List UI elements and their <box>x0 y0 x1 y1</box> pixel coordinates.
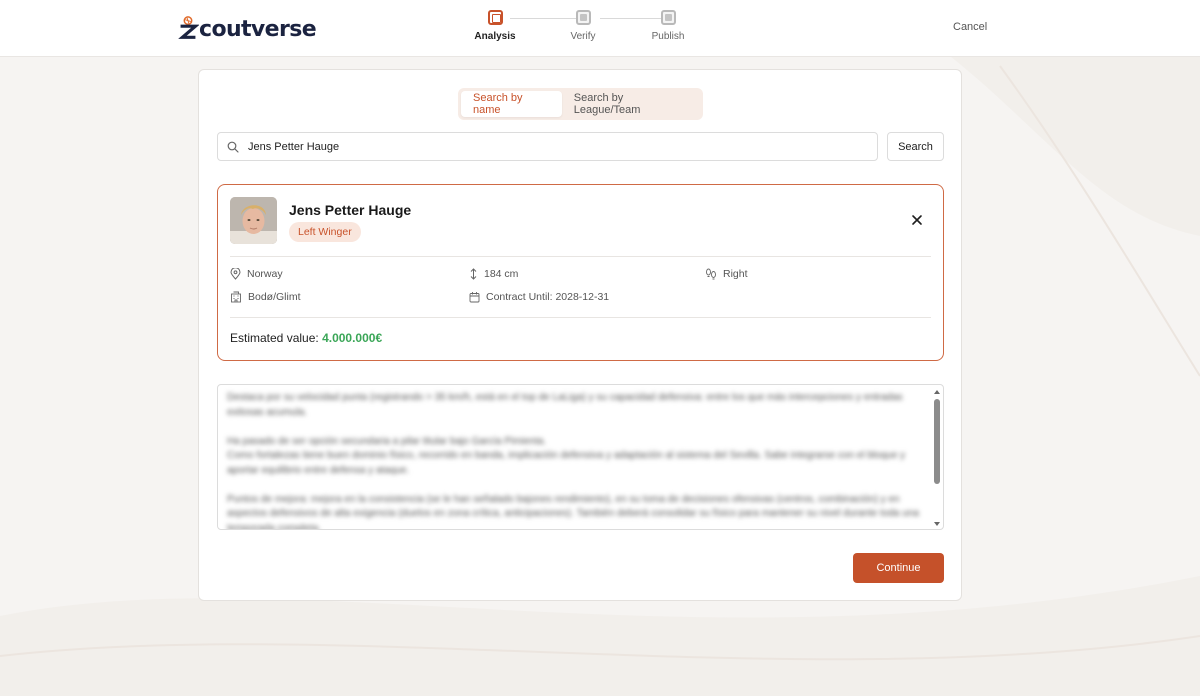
analysis-notes-textarea[interactable]: Destaca por su velocidad punta (registra… <box>217 384 944 530</box>
player-card: Jens Petter Hauge Left Winger Norway 184… <box>217 184 944 361</box>
step-analysis: Analysis <box>465 10 525 42</box>
step-verify: Verify <box>553 10 613 42</box>
country-text: Norway <box>247 268 283 280</box>
search-input[interactable] <box>248 133 868 160</box>
info-contract: Contract Until: 2028-12-31 <box>469 291 609 303</box>
location-pin-icon <box>230 268 241 280</box>
step-label: Analysis <box>474 31 516 42</box>
position-badge: Left Winger <box>289 222 361 242</box>
player-photo <box>230 197 277 244</box>
top-header: coutverse Analysis Verify Publish Cancel <box>0 0 1200 57</box>
analysis-notes-text: Destaca por su velocidad punta (registra… <box>227 392 919 530</box>
tab-search-by-name[interactable]: Search by name <box>461 91 562 117</box>
estimated-value-amount: 4.000.000€ <box>322 331 383 345</box>
continue-button[interactable]: Continue <box>853 553 944 583</box>
step-label: Verify <box>570 31 596 42</box>
divider <box>230 256 931 257</box>
progress-stepper: Analysis Verify Publish <box>472 10 694 50</box>
estimated-value: Estimated value: 4.000.000€ <box>230 331 382 345</box>
step-publish-icon <box>660 10 676 25</box>
step-verify-icon <box>575 10 591 25</box>
divider <box>230 317 931 318</box>
logo: coutverse <box>177 14 317 44</box>
step-label: Publish <box>651 31 685 42</box>
height-arrows-icon <box>470 268 477 280</box>
info-country: Norway <box>230 268 283 280</box>
building-icon <box>231 291 241 303</box>
tab-search-by-league-team[interactable]: Search by League/Team <box>562 91 700 117</box>
height-text: 184 cm <box>484 268 519 280</box>
logo-text: coutverse <box>199 16 317 42</box>
info-club: Bodø/Glimt <box>230 291 301 303</box>
notes-scrollbar[interactable] <box>932 386 942 529</box>
calendar-icon <box>469 292 480 303</box>
scroll-up-arrow-icon[interactable] <box>934 390 940 394</box>
estimated-value-label: Estimated value: <box>230 331 319 345</box>
contract-text: Contract Until: 2028-12-31 <box>486 291 610 303</box>
info-height: 184 cm <box>469 268 518 280</box>
footprints-icon <box>706 268 716 280</box>
analysis-card: Search by name Search by League/Team Sea… <box>198 69 962 601</box>
cancel-button[interactable]: Cancel <box>953 21 987 33</box>
logo-mark-icon <box>178 16 199 39</box>
scroll-down-arrow-icon[interactable] <box>934 522 940 526</box>
step-analysis-icon <box>487 10 503 25</box>
player-name: Jens Petter Hauge <box>289 202 412 218</box>
foot-text: Right <box>723 268 748 280</box>
info-foot: Right <box>705 268 748 280</box>
search-mode-tabs: Search by name Search by League/Team <box>458 88 703 120</box>
search-icon <box>227 141 239 153</box>
club-text: Bodø/Glimt <box>248 291 301 303</box>
step-publish: Publish <box>638 10 698 42</box>
search-button[interactable]: Search <box>887 132 944 161</box>
avatar <box>230 197 277 244</box>
scroll-thumb[interactable] <box>934 399 940 484</box>
search-field <box>217 132 878 161</box>
close-icon[interactable] <box>910 213 924 227</box>
